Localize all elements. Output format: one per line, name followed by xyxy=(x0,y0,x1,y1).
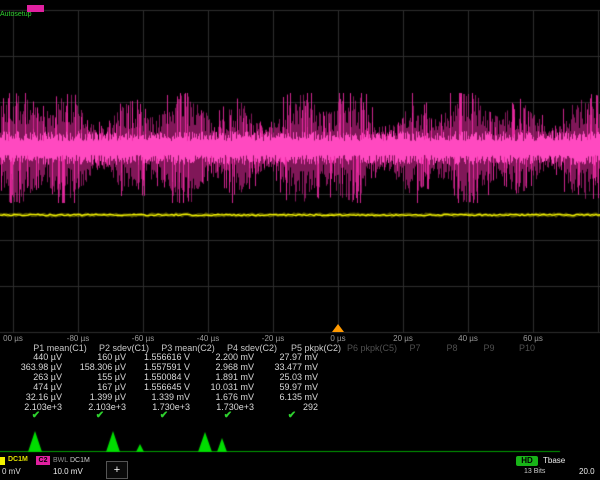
status-check-icon: ✔ xyxy=(96,410,104,421)
measure-value: 1.399 µV xyxy=(90,392,126,402)
measure-value: 263 µV xyxy=(33,372,62,382)
measure-value: 1.339 mV xyxy=(151,392,190,402)
time-axis-label: 0 µs xyxy=(330,334,345,343)
time-axis-label: -80 µs xyxy=(67,334,89,343)
measure-value: 6.135 mV xyxy=(279,392,318,402)
status-check-icon: ✔ xyxy=(288,410,296,421)
measure-value: 155 µV xyxy=(97,372,126,382)
timebase-label: Tbase xyxy=(543,456,565,465)
measure-header-p9[interactable]: P9 xyxy=(483,343,494,353)
measure-value: 27.97 mV xyxy=(279,352,318,362)
c2-coupling-label: DC1M xyxy=(70,457,90,464)
measure-header-p6[interactable]: P6 pkpk(C5) xyxy=(347,343,397,353)
measure-value: 1.730e+3 xyxy=(152,402,190,412)
hd-badge[interactable]: HD xyxy=(516,456,538,466)
measure-value: 158.306 µV xyxy=(80,362,126,372)
measure-value: 2.103e+3 xyxy=(24,402,62,412)
measure-value: 440 µV xyxy=(33,352,62,362)
timebase-scale-label: 20.0 xyxy=(579,467,595,476)
c2-scale-label: 10.0 mV xyxy=(53,467,83,476)
measure-value: 1.676 mV xyxy=(215,392,254,402)
measure-value: 59.97 mV xyxy=(279,382,318,392)
measure-value: 2.103e+3 xyxy=(88,402,126,412)
measure-value: 292 xyxy=(303,402,318,412)
status-check-icon: ✔ xyxy=(224,410,232,421)
measure-value: 2.968 mV xyxy=(215,362,254,372)
time-axis-label: 60 µs xyxy=(523,334,543,343)
measure-value: 32.16 µV xyxy=(26,392,62,402)
measure-value: 160 µV xyxy=(97,352,126,362)
oscilloscope-screen: Autosetup 00 µs -80 µs -60 µs -40 µs -20… xyxy=(0,0,600,480)
undo-autosetup-link[interactable]: Autosetup xyxy=(0,11,32,18)
measure-header-p7[interactable]: P7 xyxy=(409,343,420,353)
measure-value: 1.556645 V xyxy=(144,382,190,392)
time-axis-label: 20 µs xyxy=(393,334,413,343)
c2-channel-chip: C2 xyxy=(36,456,50,465)
measure-value: 33.477 mV xyxy=(274,362,318,372)
histogram-display[interactable] xyxy=(0,427,600,455)
measure-value: 1.550084 V xyxy=(144,372,190,382)
c1-color-tab xyxy=(0,457,5,465)
measure-value: 25.03 mV xyxy=(279,372,318,382)
measure-value: 167 µV xyxy=(97,382,126,392)
c2-bwl-tag: BWL xyxy=(53,457,68,464)
time-axis-label: -40 µs xyxy=(197,334,219,343)
time-axis-label: -20 µs xyxy=(262,334,284,343)
measure-value: 1.730e+3 xyxy=(216,402,254,412)
add-trace-button[interactable]: + xyxy=(106,461,128,479)
time-axis-label: -60 µs xyxy=(132,334,154,343)
trigger-position-marker[interactable] xyxy=(332,324,344,332)
magenta-badge xyxy=(27,5,44,12)
measure-value: 10.031 mV xyxy=(210,382,254,392)
measure-value: 1.556616 V xyxy=(144,352,190,362)
bits-label: 13 Bits xyxy=(524,468,545,475)
measure-value: 363.98 µV xyxy=(21,362,62,372)
status-check-icon: ✔ xyxy=(160,410,168,421)
measure-header-p8[interactable]: P8 xyxy=(446,343,457,353)
c1-coupling-label: DC1M xyxy=(8,456,28,463)
waveform-display[interactable] xyxy=(0,0,600,336)
measure-header-p10[interactable]: P10 xyxy=(519,343,535,353)
measure-value: 1.891 mV xyxy=(215,372,254,382)
measure-value: 474 µV xyxy=(33,382,62,392)
c1-scale-label: 0 mV xyxy=(2,467,21,476)
measure-value: 2.200 mV xyxy=(215,352,254,362)
time-axis-label: 00 µs xyxy=(3,334,23,343)
status-check-icon: ✔ xyxy=(32,410,40,421)
time-axis-label: 40 µs xyxy=(458,334,478,343)
measure-value: 1.557591 V xyxy=(144,362,190,372)
